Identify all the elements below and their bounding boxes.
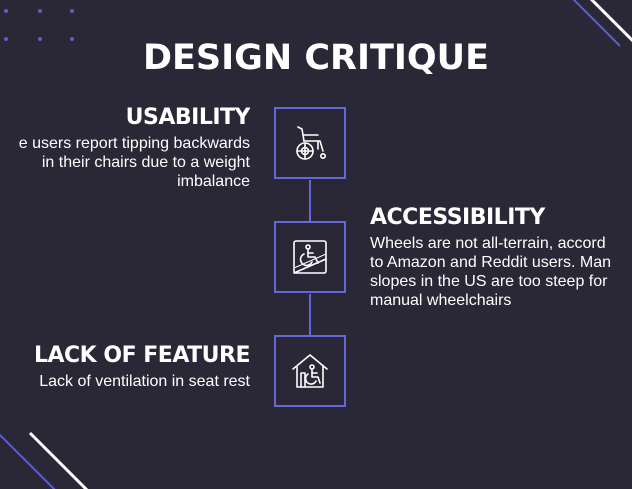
timeline-connector [309, 294, 311, 336]
lack-of-feature-section: LACK OF FEATURE Lack of ventilation in s… [0, 342, 250, 391]
wheelchair-ramp-icon [293, 240, 327, 274]
timeline-connector [309, 180, 311, 222]
feature-icon-box [274, 335, 346, 407]
page-title: DESIGN CRITIQUE [142, 38, 490, 78]
wheelchair-house-icon [292, 354, 328, 388]
accessibility-icon-box [274, 221, 346, 293]
accessibility-heading: ACCESSIBILITY [370, 205, 545, 230]
decorative-bottom-lines [0, 431, 89, 489]
usability-heading: USABILITY [125, 105, 250, 130]
lack-of-feature-heading: LACK OF FEATURE [33, 343, 250, 368]
wheelchair-icon [296, 126, 326, 160]
usability-icon-box [274, 107, 346, 179]
usability-section: USABILITY e users report tipping backwar… [0, 104, 250, 191]
usability-description: e users report tipping backwards in thei… [18, 135, 250, 190]
accessibility-description: Wheels are not all-terrain, accord to Am… [370, 235, 612, 309]
lack-of-feature-description: Lack of ventilation in seat rest [39, 373, 250, 390]
accessibility-section: ACCESSIBILITY Wheels are not all-terrain… [370, 204, 632, 310]
